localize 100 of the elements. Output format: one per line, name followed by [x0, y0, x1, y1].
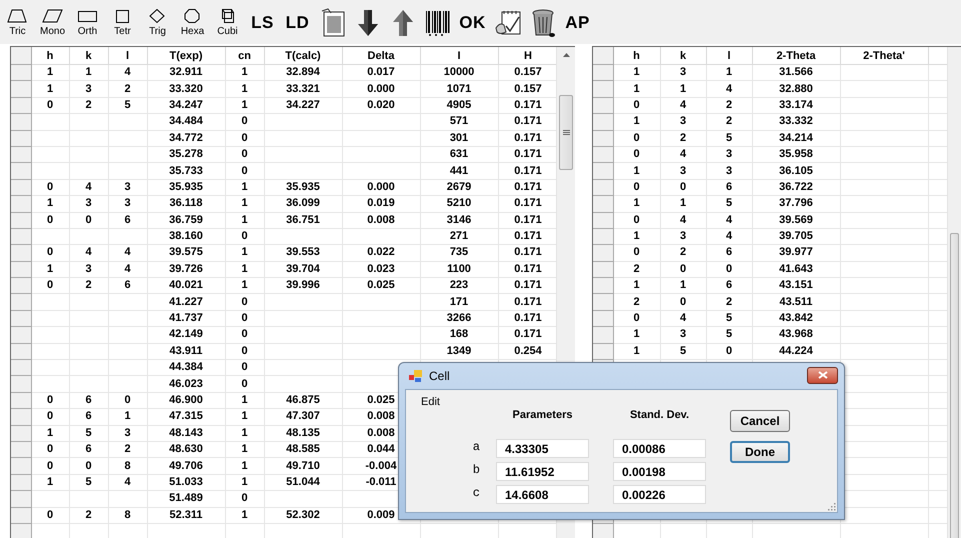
table-cell: 0	[225, 114, 264, 130]
row-header[interactable]	[11, 64, 31, 81]
dialog-button[interactable]: Done	[730, 441, 790, 463]
toolbar-button[interactable]: LD	[280, 4, 315, 42]
row-header[interactable]	[11, 244, 31, 262]
row-header[interactable]	[11, 261, 31, 278]
table-cell: 39.977	[752, 244, 840, 262]
table-cell: 1	[660, 278, 706, 294]
row-header[interactable]	[11, 326, 31, 344]
table-cell: 0	[225, 146, 264, 163]
input-field[interactable]: 0.00226	[613, 485, 706, 504]
table-cell: 0	[31, 441, 69, 458]
toolbar-button[interactable]: Cubi	[210, 4, 245, 42]
toolbar-button[interactable]: LS	[245, 4, 280, 42]
row-header[interactable]	[593, 80, 613, 98]
row-header[interactable]	[593, 343, 613, 360]
row-header[interactable]	[11, 162, 31, 180]
dialog-button[interactable]: Cancel	[730, 410, 790, 432]
row-header[interactable]	[11, 228, 31, 245]
toolbar-button[interactable]: Mono	[35, 4, 70, 42]
barcode-icon	[424, 8, 452, 38]
table-cell: 1	[613, 326, 660, 344]
toolbar-button[interactable]: Orth	[70, 4, 105, 42]
table-cell: 43.842	[752, 310, 840, 327]
toolbar-button[interactable]: Trig	[140, 4, 175, 42]
input-field[interactable]: 0.00086	[613, 439, 706, 458]
row-header[interactable]	[11, 146, 31, 163]
column-header[interactable]: k	[660, 47, 706, 64]
row-header[interactable]	[11, 408, 31, 426]
column-header[interactable]: 2-Theta	[752, 47, 840, 64]
row-header[interactable]	[11, 474, 31, 491]
column-header[interactable]: T(exp)	[147, 47, 225, 64]
row-header[interactable]	[11, 310, 31, 327]
column-header[interactable]: cn	[225, 47, 264, 64]
column-header[interactable]: h	[613, 47, 660, 64]
row-header[interactable]	[11, 97, 31, 114]
row-header[interactable]	[11, 80, 31, 98]
toolbar-button[interactable]: AP	[560, 4, 595, 42]
row-header[interactable]	[11, 343, 31, 360]
toolbar-button[interactable]: Tetr	[105, 4, 140, 42]
row-header[interactable]	[593, 244, 613, 262]
table-cell: 6	[706, 179, 752, 196]
window-title: Cell	[429, 369, 450, 383]
scrollbar-thumb[interactable]	[559, 95, 573, 170]
column-header[interactable]: 2-Theta'	[840, 47, 928, 64]
row-header[interactable]	[593, 179, 613, 196]
menu-item[interactable]: Edit	[421, 396, 496, 408]
column-header[interactable]: H	[498, 47, 556, 64]
input-field[interactable]: 11.61952	[496, 462, 589, 481]
table-cell: 51.033	[147, 474, 225, 491]
row-header[interactable]	[593, 162, 613, 180]
table-cell: 1	[225, 97, 264, 114]
row-header[interactable]	[593, 228, 613, 245]
row-header[interactable]	[593, 278, 613, 294]
row-header[interactable]	[11, 294, 31, 310]
row-header[interactable]	[593, 146, 613, 163]
row-header[interactable]	[11, 179, 31, 196]
close-button[interactable]	[807, 366, 838, 384]
input-field[interactable]: 4.33305	[496, 439, 589, 458]
row-header[interactable]	[593, 326, 613, 344]
row-header[interactable]	[11, 376, 31, 392]
row-header[interactable]	[11, 130, 31, 146]
table-cell: 4	[706, 228, 752, 245]
row-header[interactable]	[11, 278, 31, 294]
row-header[interactable]	[593, 294, 613, 310]
column-header[interactable]: T(calc)	[264, 47, 342, 64]
row-header[interactable]	[593, 212, 613, 228]
toolbar-button[interactable]: Hexa	[175, 4, 210, 42]
column-header[interactable]: h	[31, 47, 69, 64]
row-header[interactable]	[593, 196, 613, 212]
row-header[interactable]	[11, 458, 31, 474]
input-field[interactable]: 14.6608	[496, 485, 589, 504]
table-cell: 0	[613, 179, 660, 196]
row-header[interactable]	[11, 441, 31, 458]
row-header[interactable]	[593, 310, 613, 327]
row-header[interactable]	[593, 64, 613, 81]
row-header[interactable]	[593, 130, 613, 146]
row-header[interactable]	[11, 114, 31, 130]
row-header[interactable]	[11, 212, 31, 228]
row-header[interactable]	[11, 425, 31, 442]
scrollbar-thumb[interactable]	[950, 233, 959, 538]
column-header[interactable]: k	[69, 47, 108, 64]
row-header[interactable]	[11, 507, 31, 524]
toolbar-button[interactable]: Tric	[0, 4, 35, 42]
row-header[interactable]	[11, 360, 31, 376]
table-cell: 35.935	[264, 179, 342, 196]
row-header[interactable]	[593, 97, 613, 114]
column-header[interactable]: I	[420, 47, 498, 64]
column-header[interactable]: l	[706, 47, 752, 64]
row-header[interactable]	[593, 261, 613, 278]
input-field[interactable]: 0.00198	[613, 462, 706, 481]
column-header[interactable]: Delta	[342, 47, 420, 64]
column-header[interactable]: l	[108, 47, 147, 64]
table-cell: 35.958	[752, 146, 840, 163]
toolbar-button[interactable]: OK	[455, 4, 490, 42]
row-header[interactable]	[11, 196, 31, 212]
table-cell: 1	[31, 425, 69, 442]
row-header[interactable]	[11, 490, 31, 508]
row-header[interactable]	[593, 114, 613, 130]
row-header[interactable]	[11, 392, 31, 409]
